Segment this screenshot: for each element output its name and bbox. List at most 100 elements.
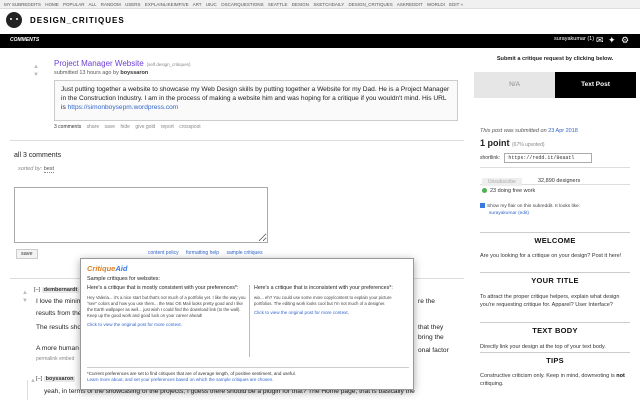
flair-checkbox[interactable]	[480, 203, 485, 208]
online-count: 23 doing free work	[490, 188, 536, 194]
subreddit-name[interactable]: DESIGN_CRITIQUES	[30, 16, 125, 25]
header: DESIGN_CRITIQUES	[0, 9, 640, 34]
your-title-text: To attract the proper critique helpers, …	[480, 294, 620, 308]
srbar-item[interactable]: SEATTLE	[268, 2, 288, 7]
hide-link[interactable]: hide	[120, 124, 129, 130]
sort-dropdown[interactable]: best	[43, 166, 55, 173]
preferences-icon[interactable]: ⚙	[621, 35, 629, 45]
collapse-toggle[interactable]: [–]	[36, 376, 42, 382]
post-title-text[interactable]: Project Manager Website	[54, 59, 144, 68]
comment-textarea[interactable]	[14, 187, 268, 243]
inconsistent-critique: Here's a critique that is inconsistent w…	[249, 285, 409, 357]
comment-author[interactable]: boyssaron	[43, 376, 76, 382]
comment-line: I love the minim	[36, 298, 83, 305]
consistent-critique: Here's a critique that is mostly consist…	[87, 285, 247, 357]
post-title[interactable]: Project Manager Website (self.design_crit…	[54, 59, 190, 68]
srbar-item[interactable]: DESIGN	[292, 2, 309, 7]
srbar-item[interactable]: MY SUBREDDITS	[4, 2, 41, 7]
srbar-item[interactable]: EDIT »	[449, 2, 463, 7]
post-selftext: Just putting together a website to showc…	[54, 80, 458, 121]
comment-line-right: bring the	[418, 334, 444, 341]
date-value: 23 Apr 2018	[548, 128, 578, 134]
srbar-item[interactable]: HOME	[45, 2, 59, 7]
share-link[interactable]: share	[87, 124, 100, 130]
shortlink-input[interactable]: https://redd.it/8eaatl	[504, 153, 593, 163]
sidebar-divider	[480, 232, 630, 233]
post-author[interactable]: boyssaron	[120, 70, 148, 76]
comment-header: [–] boyssaron	[36, 376, 76, 382]
srbar-item[interactable]: WORLDI	[427, 2, 445, 7]
post-buttons: 3 comments share save hide give gold rep…	[54, 124, 205, 130]
srbar-item[interactable]: POPULAR	[63, 2, 85, 7]
srbar-item[interactable]: SKETCHDAILY	[313, 2, 344, 7]
divider	[10, 140, 464, 141]
post-domain[interactable]: (self.design_critiques)	[147, 62, 191, 67]
consistent-view-link[interactable]: Click to view the original post for more…	[87, 322, 247, 327]
shortlink-label: shortlink:	[480, 155, 501, 161]
flair-option: Show my flair on this subreddit. It look…	[480, 203, 580, 217]
preferences-text: *Current preferences are set to find cri…	[87, 371, 296, 376]
comment-line: A more human a	[36, 345, 85, 352]
comment-links[interactable]: permalink embed	[36, 356, 74, 362]
shortlink: shortlink: https://redd.it/8eaatl	[480, 153, 593, 163]
unsubscribe-button[interactable]: Unsubscribe	[482, 178, 522, 186]
srbar-item[interactable]: UIUC	[206, 2, 217, 7]
srbar-item[interactable]: ART	[193, 2, 202, 7]
srbar-item[interactable]: DESIGN_CRITIQUES	[349, 2, 393, 7]
srbar-item[interactable]: ASKREDDIT	[397, 2, 423, 7]
comment-upvote-icon[interactable]: ▲	[22, 290, 28, 296]
inconsistent-heading: Here's a critique that is inconsistent w…	[254, 285, 393, 291]
preferences-link[interactable]: Learn more about, and set your preferenc…	[87, 377, 273, 382]
save-comment-button[interactable]: save	[16, 249, 38, 259]
collapse-toggle[interactable]: [–]	[34, 287, 40, 293]
comment-author[interactable]: dembernardt	[41, 287, 80, 293]
flair-edit-link[interactable]: (edit)	[518, 211, 529, 216]
srbar-item[interactable]: USERS	[125, 2, 141, 7]
sidebar-divider	[480, 352, 630, 353]
text-body-text: Directly link your design at the top of …	[480, 344, 606, 350]
inconsistent-body: wix... eh? You could use some more copy/…	[254, 295, 392, 306]
save-link[interactable]: save	[105, 124, 116, 130]
na-button[interactable]: N/A	[474, 72, 555, 98]
formatting-help-link[interactable]: formatting help	[186, 250, 219, 256]
users-online: 23 doing free work	[482, 188, 535, 194]
your-title-heading: YOUR TITLE	[531, 276, 579, 285]
content-policy-link[interactable]: content policy	[148, 250, 179, 256]
username-link[interactable]: surayakumar (1)	[554, 36, 594, 42]
thread-line	[27, 380, 28, 400]
date-prefix: This post was submitted on	[480, 128, 547, 134]
post-url-link[interactable]: https://simonboysepm.wordpress.com	[68, 104, 179, 111]
comment-line-right: onal factor	[418, 347, 449, 354]
mail-icon[interactable]: ✉	[596, 35, 604, 45]
mod-tools-icon[interactable]: ✦	[608, 35, 616, 45]
srbar-item[interactable]: EXPLAINLIKEIMFIVE	[145, 2, 189, 7]
comment-line: results from the	[36, 310, 82, 317]
comment-line-right: that they	[418, 324, 444, 331]
comment-downvote-icon[interactable]: ▼	[22, 298, 28, 304]
tips-text: Constructive criticism only. Keep in min…	[480, 373, 625, 387]
inconsistent-view-link[interactable]: Click to view the original post for more…	[254, 310, 409, 315]
sample-critiques-link[interactable]: sample critiques	[226, 250, 262, 256]
comment-header: [–] dembernardt	[34, 287, 80, 293]
post-tagline: submitted 13 hours ago by boyssaron	[54, 70, 148, 76]
give-gold-link[interactable]: give gold	[135, 124, 155, 130]
text-post-button[interactable]: Text Post	[555, 72, 636, 98]
upvote-arrow-icon[interactable]: ▲	[33, 64, 39, 70]
crosspost-link[interactable]: crosspost	[179, 124, 200, 130]
critiqueaid-logo: CritiqueAid	[87, 264, 127, 273]
srbar-item[interactable]: OSCARQUESTIONS	[221, 2, 264, 7]
srbar-item[interactable]: ALL	[89, 2, 97, 7]
report-link[interactable]: report	[161, 124, 174, 130]
tips-heading: TIPS	[546, 356, 564, 365]
welcome-heading: WELCOME	[534, 236, 576, 245]
subscriber-count: 32,890 designers	[538, 178, 581, 184]
flair-text: Show my flair on this subreddit. It look…	[487, 204, 581, 209]
tab-comments[interactable]: COMMENTS	[10, 37, 39, 43]
flair-user[interactable]: surayakumar	[489, 211, 517, 216]
sort-label: sorted by:	[18, 166, 43, 172]
srbar-item[interactable]: RANDOM	[101, 2, 121, 7]
comments-link[interactable]: 3 comments	[54, 124, 81, 130]
upvoted-percent: (67% upvoted)	[512, 142, 545, 148]
downvote-arrow-icon[interactable]: ▼	[33, 72, 39, 78]
reddit-logo-icon[interactable]	[6, 12, 22, 28]
